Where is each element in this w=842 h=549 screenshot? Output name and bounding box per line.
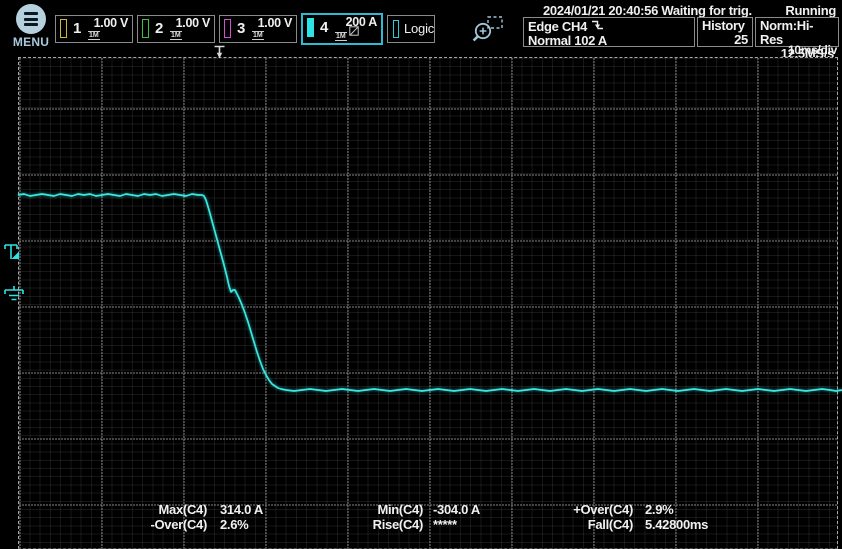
run-status: Running xyxy=(785,3,836,18)
measurement-value: 2.6% xyxy=(220,517,248,532)
measurement-label: Min(C4) xyxy=(300,502,423,517)
zoom-search-icon[interactable] xyxy=(469,15,505,50)
ground-level-marker[interactable] xyxy=(3,285,25,303)
measurement-value: 314.0 A xyxy=(220,502,263,517)
measurement-group-2: Min(C4) -304.0 A Rise(C4) ***** xyxy=(300,502,480,532)
measurement-value: 5.42800ms xyxy=(645,517,708,532)
measurement-label: +Over(C4) xyxy=(500,502,633,517)
channel-1-color-bar xyxy=(60,19,67,38)
channel-3-number: 3 xyxy=(237,20,245,37)
channel-1-box[interactable]: 1 1.00 V 1M xyxy=(55,15,133,43)
measurement-value: ***** xyxy=(433,517,457,532)
trigger-level-marker[interactable] xyxy=(3,242,21,264)
measurement-value: -304.0 A xyxy=(433,502,480,517)
oscilloscope-screen: MENU 1 1.00 V 1M 2 1.00 V 1M 3 1.00 V 1M… xyxy=(0,0,842,549)
channel-3-color-bar xyxy=(224,19,231,38)
trigger-position-marker[interactable] xyxy=(212,45,228,60)
impedance-1m-icon: 1M xyxy=(88,31,100,40)
measurement-label: Fall(C4) xyxy=(500,517,633,532)
channel-1-number: 1 xyxy=(73,20,81,37)
trigger-settings-box[interactable]: Edge CH4 Normal 102 A xyxy=(523,17,695,47)
measurement-label: Rise(C4) xyxy=(300,517,423,532)
history-count: 25 xyxy=(702,33,748,47)
channel-3-box[interactable]: 3 1.00 V 1M xyxy=(219,15,297,43)
channel-2-color-bar xyxy=(142,19,149,38)
history-box[interactable]: History 25 xyxy=(697,17,753,47)
hamburger-icon xyxy=(16,4,46,34)
measurement-label: Max(C4) xyxy=(60,502,207,517)
current-probe-icon xyxy=(349,23,359,41)
logic-box[interactable]: Logic xyxy=(387,15,435,43)
history-label: History xyxy=(702,19,748,33)
channel-4-box[interactable]: 4 200 A 1M xyxy=(301,13,383,45)
timebase-label: 10ms/div xyxy=(788,43,837,57)
measurement-group-1: Max(C4) 314.0 A -Over(C4) 2.6% xyxy=(60,502,263,532)
channel-2-scale: 1.00 V xyxy=(176,16,210,30)
measurement-label: -Over(C4) xyxy=(60,517,207,532)
status-line: 2024/01/21 20:40:56 Waiting for trig. Ru… xyxy=(543,3,836,18)
impedance-1m-icon: 1M xyxy=(170,31,182,40)
impedance-1m-icon: 1M xyxy=(252,31,264,40)
measurement-group-3: +Over(C4) 2.9% Fall(C4) 5.42800ms xyxy=(500,502,708,532)
impedance-1m-icon: 1M xyxy=(335,32,347,41)
graticule xyxy=(18,57,838,549)
datetime-trigger-status: 2024/01/21 20:40:56 Waiting for trig. xyxy=(543,3,752,18)
trigger-detail: Normal 102 A xyxy=(528,34,690,48)
menu-label: MENU xyxy=(8,35,54,49)
channel-3-scale: 1.00 V xyxy=(258,16,292,30)
channel-4-color-bar xyxy=(307,18,314,37)
channel-strip: 1 1.00 V 1M 2 1.00 V 1M 3 1.00 V 1M 4 20… xyxy=(55,15,435,45)
falling-edge-icon xyxy=(591,19,604,34)
measurement-value: 2.9% xyxy=(645,502,673,517)
menu-button[interactable]: MENU xyxy=(8,4,54,49)
channel-1-scale: 1.00 V xyxy=(94,16,128,30)
logic-label: Logic xyxy=(404,21,434,36)
logic-color-bar xyxy=(393,20,399,38)
channel-4-number: 4 xyxy=(320,19,328,36)
channel-2-number: 2 xyxy=(155,20,163,37)
trigger-mode: Edge CH4 xyxy=(528,20,587,34)
channel-2-box[interactable]: 2 1.00 V 1M xyxy=(137,15,215,43)
